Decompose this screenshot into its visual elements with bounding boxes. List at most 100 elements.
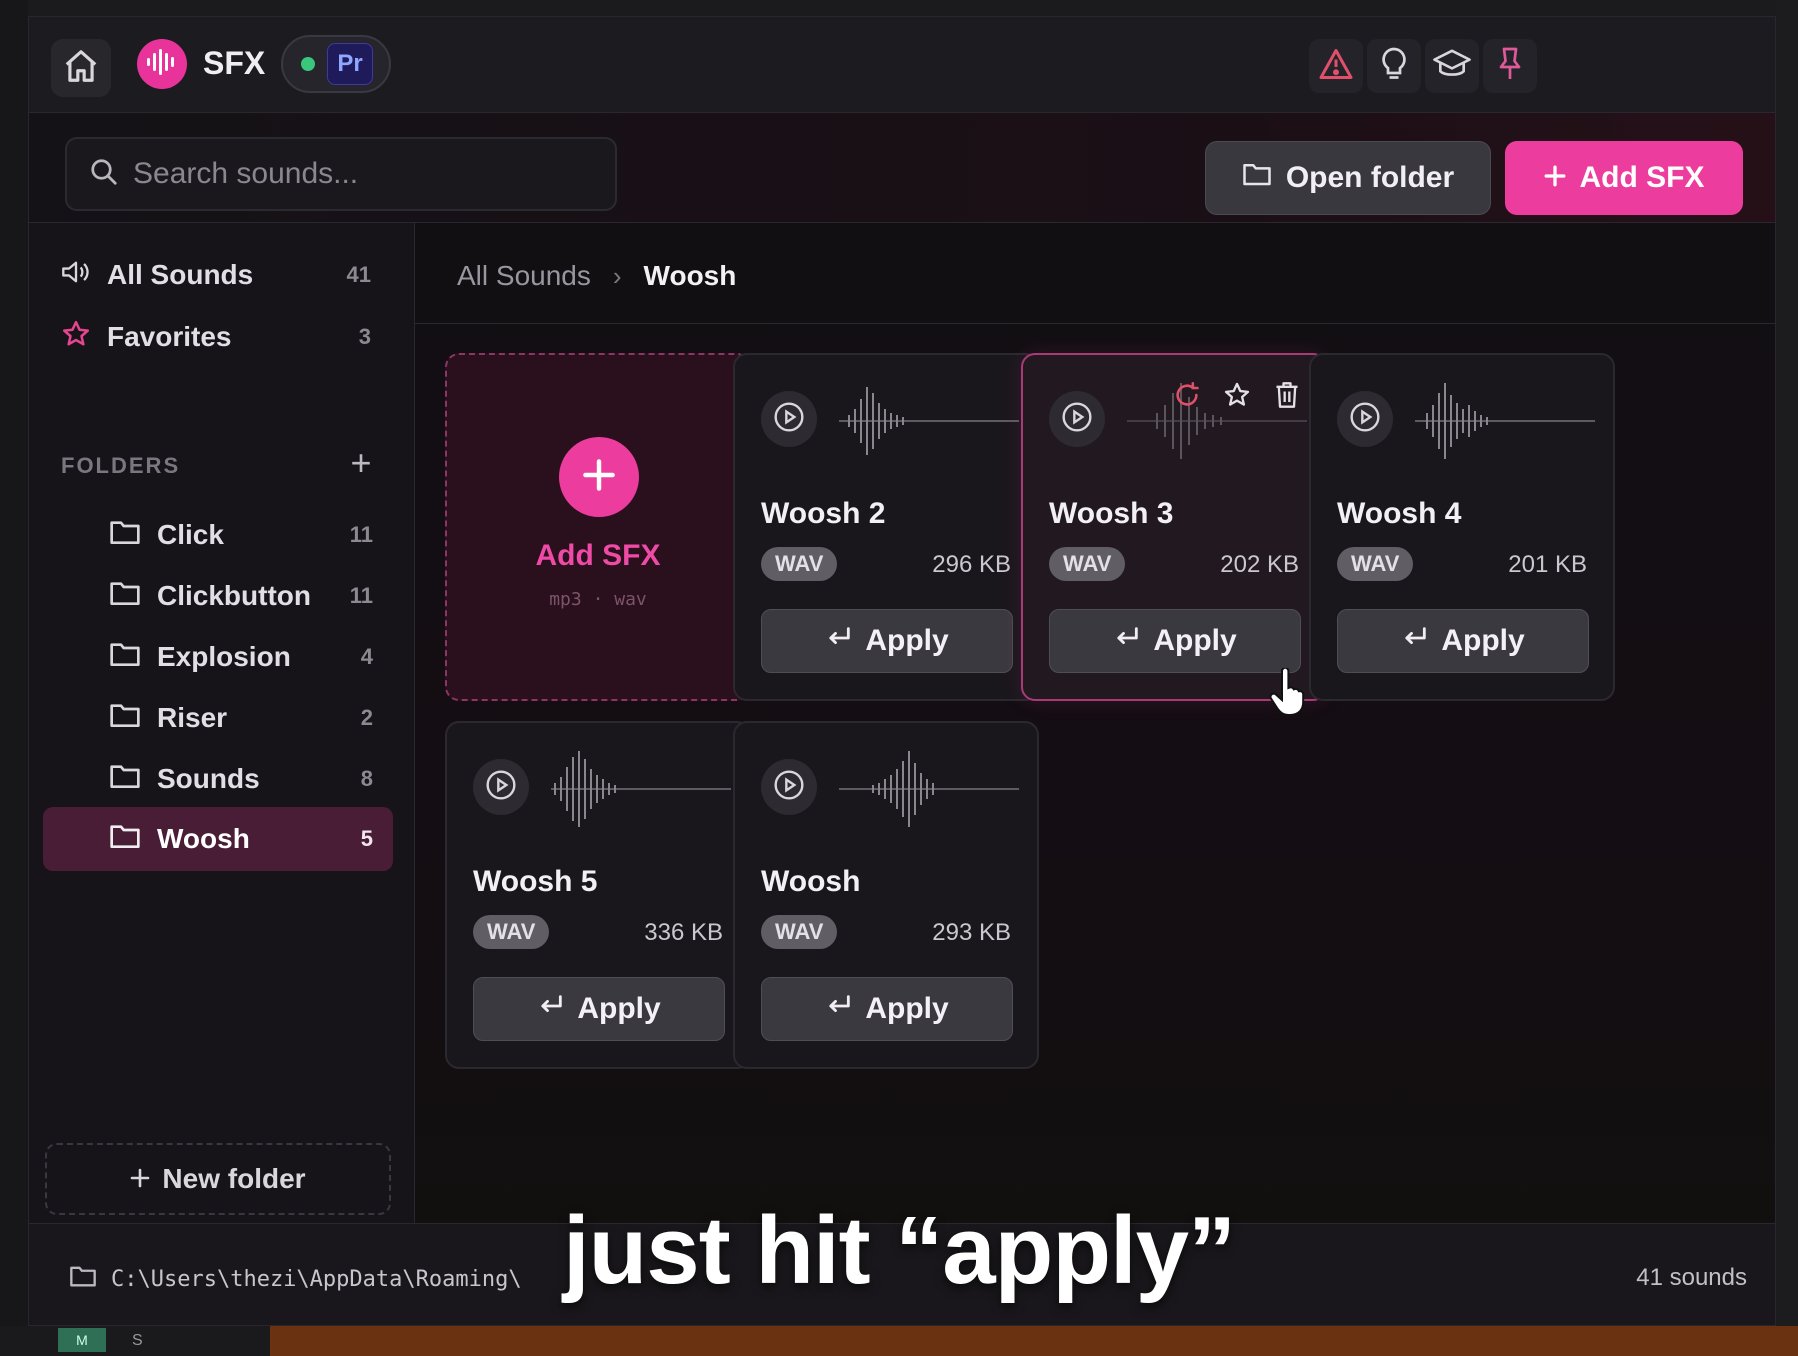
sidebar-item-label: All Sounds [107, 259, 254, 290]
sfx-panel: SFX Pr Search sounds... Open folder Add … [28, 16, 1776, 1326]
folder-count: 11 [349, 583, 373, 608]
favorite-star-icon[interactable] [1219, 377, 1255, 413]
play-button[interactable] [473, 759, 529, 815]
folder-label: Explosion [157, 641, 291, 672]
waveform-icon [551, 751, 731, 827]
add-circle[interactable] [559, 437, 639, 517]
enter-arrow-icon [1113, 624, 1141, 658]
play-button[interactable] [761, 391, 817, 447]
enter-arrow-icon [1401, 624, 1429, 658]
connected-status-dot [301, 57, 315, 71]
sidebar-item-explosion[interactable]: Explosion 4 [43, 625, 393, 689]
file-size: 293 KB [932, 919, 1011, 946]
lightbulb-icon [1378, 46, 1410, 87]
play-icon [485, 769, 517, 806]
apply-button[interactable]: Apply [1337, 609, 1589, 673]
folders-heading: FOLDERS [61, 453, 181, 478]
replace-icon[interactable] [1169, 377, 1205, 413]
sidebar-item-clickbutton[interactable]: Clickbutton 11 [43, 564, 393, 628]
play-button[interactable] [1049, 391, 1105, 447]
host-connection-pill[interactable]: Pr [281, 35, 391, 93]
chevron-right-icon: › [612, 260, 622, 291]
breadcrumb-root[interactable]: All Sounds [457, 260, 591, 292]
sidebar-item-label: Favorites [107, 321, 232, 352]
sound-card-woosh-5[interactable]: Woosh 5 WAV 336 KB Apply [445, 721, 751, 1069]
sound-card-woosh-2[interactable]: Woosh 2 WAV 296 KB Apply [733, 353, 1039, 701]
warning-button[interactable] [1309, 39, 1363, 93]
apply-button[interactable]: Apply [761, 609, 1013, 673]
pin-button[interactable] [1483, 39, 1537, 93]
supported-formats: mp3 · wav [549, 589, 647, 610]
sound-title: Woosh 3 [1049, 497, 1174, 530]
host-tab-m[interactable]: M [58, 1328, 106, 1352]
tutorials-button[interactable] [1425, 39, 1479, 93]
sidebar-item-riser[interactable]: Riser 2 [43, 686, 393, 750]
breadcrumb: All Sounds › Woosh [457, 251, 736, 301]
waveform-icon [1415, 383, 1595, 459]
search-input[interactable] [133, 157, 593, 191]
card-actions [1169, 377, 1305, 413]
play-icon [1061, 401, 1093, 438]
apply-label: Apply [577, 992, 661, 1025]
apply-button[interactable]: Apply [1049, 609, 1301, 673]
sound-card-woosh[interactable]: Woosh WAV 293 KB Apply [733, 721, 1039, 1069]
sidebar-item-woosh[interactable]: Woosh 5 [43, 807, 393, 871]
open-folder-label: Open folder [1285, 161, 1455, 194]
host-left-strip [0, 0, 28, 1356]
apply-label: Apply [1441, 624, 1525, 657]
top-bar: SFX Pr [29, 17, 1775, 113]
folder-count: 2 [360, 705, 373, 730]
trash-icon[interactable] [1269, 377, 1305, 413]
folder-icon [109, 762, 141, 797]
format-badge: WAV [761, 915, 838, 949]
format-badge: WAV [1049, 547, 1126, 581]
breadcrumb-current: Woosh [643, 260, 737, 291]
folder-label: Woosh [157, 823, 250, 854]
search-box[interactable] [65, 137, 617, 211]
video-caption: just hit “apply” [562, 1197, 1236, 1304]
add-folder-icon[interactable]: + [341, 443, 381, 483]
apply-button[interactable]: Apply [761, 977, 1013, 1041]
play-icon [1349, 401, 1381, 438]
add-sfx-button[interactable]: Add SFX [1505, 141, 1743, 215]
graduation-cap-icon [1433, 49, 1471, 84]
plus-icon [582, 458, 616, 497]
sidebar-item-all-sounds[interactable]: All Sounds 41 [43, 245, 393, 305]
file-size: 336 KB [644, 919, 723, 946]
folder-icon [1242, 161, 1272, 195]
hand-cursor-icon [1268, 666, 1308, 723]
main-content: All Sounds › Woosh Add SFX mp3 · wav Woo… [415, 223, 1775, 1223]
sidebar: All Sounds 41 Favorites 3 FOLDERS + Clic… [29, 223, 415, 1223]
sidebar-item-favorites[interactable]: Favorites 3 [43, 307, 393, 367]
sidebar-item-click[interactable]: Click 11 [43, 503, 393, 567]
add-sfx-card[interactable]: Add SFX mp3 · wav [445, 353, 751, 701]
apply-button[interactable]: Apply [473, 977, 725, 1041]
sidebar-item-sounds[interactable]: Sounds 8 [43, 747, 393, 811]
folder-icon [109, 701, 141, 736]
play-icon [773, 401, 805, 438]
home-button[interactable] [51, 39, 111, 97]
sound-title: Woosh 4 [1337, 497, 1462, 530]
sound-title: Woosh 2 [761, 497, 886, 530]
app-logo [137, 39, 187, 89]
search-icon [89, 157, 119, 192]
speaker-icon [61, 259, 91, 292]
folder-label: Clickbutton [157, 580, 311, 611]
folder-count: 5 [360, 826, 373, 851]
tips-button[interactable] [1367, 39, 1421, 93]
sound-title: Woosh [761, 865, 861, 898]
sound-title: Woosh 5 [473, 865, 598, 898]
file-size: 202 KB [1220, 551, 1299, 578]
play-button[interactable] [761, 759, 817, 815]
waveform-icon [839, 387, 1019, 455]
folder-icon [109, 822, 141, 857]
host-bottom-bar: M S [0, 1326, 1798, 1356]
host-timeline[interactable] [270, 1326, 1798, 1356]
play-button[interactable] [1337, 391, 1393, 447]
sound-card-woosh-3[interactable]: Woosh 3 WAV 202 KB Apply [1021, 353, 1327, 701]
open-folder-button[interactable]: Open folder [1205, 141, 1491, 215]
sound-card-woosh-4[interactable]: Woosh 4 WAV 201 KB Apply [1309, 353, 1615, 701]
breadcrumb-divider [415, 323, 1775, 324]
host-label-s[interactable]: S [132, 1332, 143, 1350]
folder-icon [109, 640, 141, 675]
